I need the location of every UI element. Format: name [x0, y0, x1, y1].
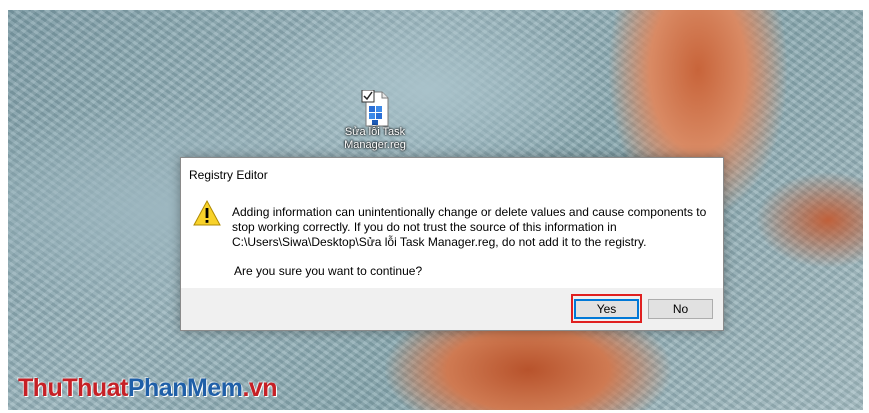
message-line-2: stop working correctly. If you do not tr…	[232, 220, 617, 234]
file-label-line1: Sửa lỗi Task	[344, 126, 406, 138]
watermark-part1: ThuThuat	[18, 374, 128, 402]
message-line-3: C:\Users\Siwa\Desktop\Sửa lỗi Task Manag…	[232, 235, 647, 249]
dialog-message: Adding information can unintentionally c…	[232, 205, 712, 250]
file-label-line2: Manager.reg	[344, 139, 406, 151]
warning-icon	[193, 199, 221, 227]
registry-file-icon[interactable]	[358, 89, 392, 128]
dialog-title: Registry Editor	[189, 168, 268, 182]
dialog-question: Are you sure you want to continue?	[234, 264, 423, 278]
registry-editor-dialog: Registry Editor Adding information can u…	[180, 157, 724, 331]
yes-button-highlight	[571, 294, 642, 323]
watermark-logo: ThuThuatPhanMem.vn	[18, 374, 278, 403]
message-line-1: Adding information can unintentionally c…	[232, 205, 707, 219]
no-button[interactable]: No	[648, 299, 713, 319]
watermark-part3: .vn	[242, 374, 278, 402]
watermark-part2: PhanMem	[127, 374, 243, 402]
registry-file-label[interactable]: Sửa lỗi Task Manager.reg	[338, 126, 412, 152]
